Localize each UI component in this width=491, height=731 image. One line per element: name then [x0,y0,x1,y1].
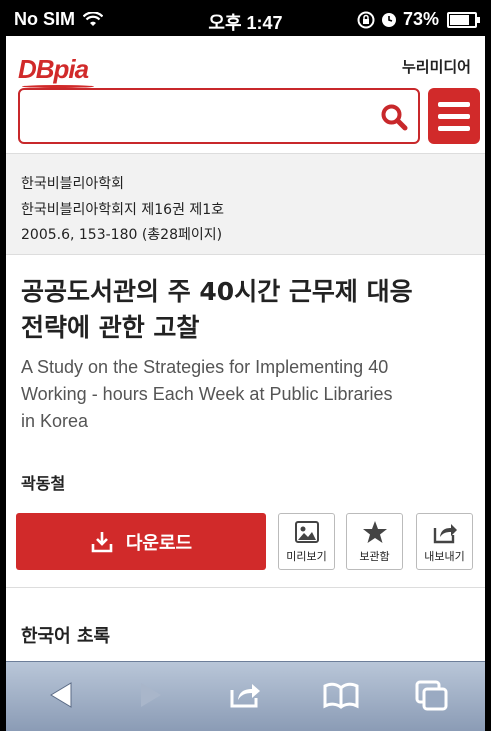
save-label: 보관함 [359,550,390,563]
brand-label[interactable]: 누리미디어 [402,56,471,77]
author-name[interactable]: 곽동철 [21,470,65,494]
export-label: 내보내기 [424,550,465,563]
site-header: DBpia 누리미디어 [6,36,485,152]
image-icon [295,521,319,543]
export-button[interactable]: 내보내기 [416,513,473,570]
download-label: 다운로드 [125,532,193,554]
forward-icon[interactable] [131,678,171,712]
share-icon[interactable] [226,678,266,712]
title-line: 공공도서관의 주 40시간 근무제 대응 [21,277,413,306]
save-button[interactable]: 보관함 [346,513,403,570]
title-line: 전략에 관한 고찰 [21,313,200,342]
hamburger-bar [438,114,470,119]
section-divider [6,587,485,588]
rotation-lock-icon [357,11,375,28]
download-icon [91,531,113,552]
battery-percent: 73% [402,9,439,29]
alarm-icon [381,12,396,27]
hamburger-bar [438,126,470,131]
page-info: 2005.6, 153-180 (총28페이지) [21,227,223,243]
search-box [18,88,420,144]
menu-button[interactable] [428,88,480,144]
back-icon[interactable] [41,678,81,712]
preview-label: 미리보기 [286,550,327,563]
subtitle-line: in Korea [21,411,89,431]
preview-button[interactable]: 미리보기 [278,513,335,570]
paper-meta: 한국비블리아학회 한국비블리아학회지 제16권 제1호 2005.6, 153-… [6,153,485,255]
subtitle-line: Working - hours Each Week at Public Libr… [21,384,393,404]
app-frame: No SIM 오후 1:47 73% DBpia 누리미디어 한국비블리아학회 … [6,4,485,731]
journal-name[interactable]: 한국비블리아학회지 제16권 제1호 [21,199,224,219]
battery-icon [447,11,480,28]
article-subtitle: A Study on the Strategies for Implementi… [21,354,476,435]
article-title: 공공도서관의 주 40시간 근무제 대응 전략에 관한 고찰 [21,274,476,346]
tabs-icon[interactable] [411,678,451,712]
subtitle-line: A Study on the Strategies for Implementi… [21,357,389,377]
search-input[interactable] [20,90,404,142]
battery-fill [450,14,469,25]
bookmarks-icon[interactable] [321,678,361,712]
dbpia-logo[interactable]: DBpia [18,54,95,88]
status-right: 73% [357,9,480,30]
download-button[interactable]: 다운로드 [16,513,266,570]
status-bar: No SIM 오후 1:47 73% [6,4,485,36]
browser-toolbar [6,661,485,731]
search-icon[interactable] [380,103,408,131]
star-icon [363,521,387,543]
hamburger-bar [438,102,470,107]
society-name[interactable]: 한국비블리아학회 [21,173,124,193]
abstract-heading[interactable]: 한국어 초록 [21,622,110,648]
export-icon [433,524,457,544]
